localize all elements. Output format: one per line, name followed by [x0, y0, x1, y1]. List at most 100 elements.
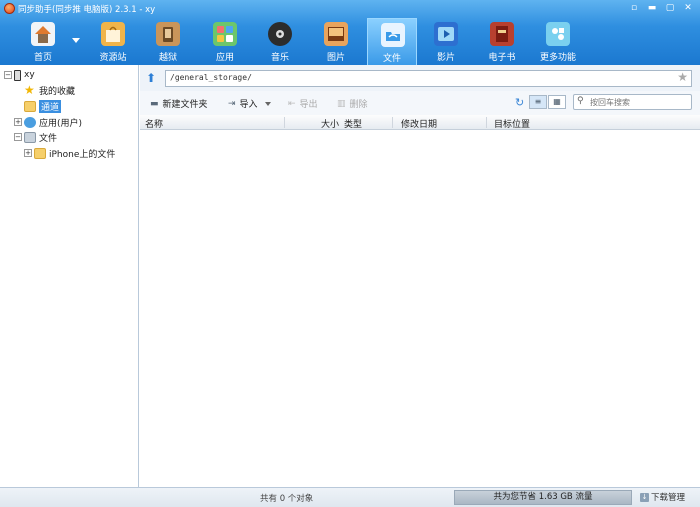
tab-resources-label: 资源站 — [99, 53, 127, 63]
app-logo-icon — [4, 3, 15, 14]
search-input[interactable] — [590, 96, 688, 108]
app-header: 同步助手(同步推 电脑版) 2.3.1 - xy ▫ ▬ ▢ ✕ 首页 资源站 … — [0, 0, 700, 65]
import-icon: ⇥ — [228, 98, 236, 109]
files-label: 文件 — [39, 133, 58, 144]
export-button[interactable]: ⇤ 导出 — [288, 97, 318, 111]
column-target[interactable]: 目标位置 — [494, 117, 530, 130]
tab-videos-label: 影片 — [436, 53, 455, 63]
shop-bag-icon — [101, 22, 125, 46]
tree-item-iphone-files[interactable]: + iPhone上的文件 — [24, 146, 115, 160]
app-store-icon — [24, 116, 36, 128]
menu-button[interactable]: ▬ — [646, 3, 658, 14]
close-button[interactable]: ✕ — [682, 3, 694, 14]
tab-apps-label: 应用 — [215, 53, 234, 63]
skin-button[interactable]: ▫ — [628, 3, 640, 14]
export-label: 导出 — [299, 100, 318, 110]
expand-icon[interactable]: + — [24, 149, 32, 157]
tab-files[interactable]: 文件 — [367, 18, 417, 65]
iphone-files-label: iPhone上的文件 — [49, 149, 116, 160]
column-divider[interactable] — [284, 117, 285, 128]
file-browser: ⬆ /general_storage/ ★ ▬ 新建文件夹 ⇥ 导入 ⇤ 导出 … — [140, 65, 700, 487]
tab-videos[interactable]: 影片 — [421, 18, 471, 65]
collapse-icon[interactable]: − — [14, 133, 22, 141]
main-toolbar: 首页 资源站 越狱 应用 音乐 图片 文件 影片 电子书 更多功能 — [0, 18, 700, 65]
new-folder-button[interactable]: ▬ 新建文件夹 — [150, 97, 208, 111]
search-box[interactable]: ⚲ — [573, 94, 692, 110]
search-icon: ⚲ — [577, 96, 584, 106]
tree-item-device[interactable]: − xy — [4, 68, 35, 82]
column-headers: 名称 大小 类型 修改日期 目标位置 — [140, 115, 700, 130]
tree-item-favorites[interactable]: ★ 我的收藏 — [24, 83, 75, 97]
trash-icon: ▥ — [337, 98, 346, 109]
drive-icon — [24, 131, 36, 143]
tree-item-apps[interactable]: + 应用(用户) — [14, 115, 82, 129]
up-arrow-icon[interactable]: ⬆ — [146, 72, 158, 84]
tab-apps[interactable]: 应用 — [200, 18, 250, 65]
tab-resources[interactable]: 资源站 — [88, 18, 138, 65]
tab-home[interactable]: 首页 — [18, 18, 68, 65]
phone-icon — [14, 69, 21, 81]
column-size[interactable]: 大小 — [321, 117, 339, 130]
tree-item-files[interactable]: − 文件 — [14, 130, 57, 144]
star-icon: ★ — [24, 82, 35, 97]
tab-more-label: 更多功能 — [539, 53, 576, 63]
apps-icon — [213, 22, 237, 46]
grid-view-button[interactable]: ▦ — [548, 95, 566, 109]
tab-ebooks[interactable]: 电子书 — [477, 18, 527, 65]
folder-tree: − xy ★ 我的收藏 通道 + 应用(用户) − 文件 + iPhone上的文… — [0, 65, 139, 487]
device-name: xy — [24, 70, 35, 80]
new-folder-label: 新建文件夹 — [162, 100, 208, 110]
jailbreak-icon — [156, 22, 180, 46]
ebook-icon — [490, 22, 514, 46]
tab-ebooks-label: 电子书 — [488, 53, 516, 63]
tab-photos[interactable]: 图片 — [311, 18, 361, 65]
apps-label: 应用(用户) — [39, 118, 83, 129]
download-manager-button[interactable]: ↓ 下载管理 — [640, 491, 685, 503]
tab-jailbreak[interactable]: 越狱 — [143, 18, 193, 65]
path-bar: ⬆ /general_storage/ ★ — [140, 65, 700, 91]
title-bar: 同步助手(同步推 电脑版) 2.3.1 - xy ▫ ▬ ▢ ✕ — [0, 0, 700, 18]
delete-button[interactable]: ▥ 删除 — [337, 97, 368, 111]
tab-more[interactable]: 更多功能 — [533, 18, 583, 65]
window-controls: ▫ ▬ ▢ ✕ — [628, 3, 694, 14]
home-icon — [31, 22, 55, 46]
column-divider[interactable] — [392, 117, 393, 128]
traffic-saved-badge: 共为您节省 1.63 GB 流量 — [454, 490, 632, 505]
import-dropdown-icon[interactable] — [264, 101, 271, 106]
music-icon — [268, 22, 292, 46]
column-modified[interactable]: 修改日期 — [401, 117, 437, 130]
current-folder-label: 通道 — [39, 99, 62, 113]
bookmark-star-icon[interactable]: ★ — [677, 70, 688, 84]
path-input[interactable]: /general_storage/ — [165, 70, 692, 87]
folder-icon — [381, 23, 405, 47]
tab-photos-label: 图片 — [326, 53, 345, 63]
column-name[interactable]: 名称 — [145, 117, 163, 130]
expand-icon[interactable]: + — [14, 118, 22, 126]
window-title: 同步助手(同步推 电脑版) 2.3.1 - xy — [18, 5, 156, 15]
delete-label: 删除 — [349, 100, 368, 110]
export-icon: ⇤ — [288, 98, 296, 109]
import-button[interactable]: ⇥ 导入 — [228, 97, 271, 110]
folder-icon — [34, 147, 46, 159]
tab-music-label: 音乐 — [270, 53, 289, 63]
list-view-button[interactable]: ≡ — [529, 95, 547, 109]
collapse-icon[interactable]: − — [4, 71, 12, 79]
home-dropdown-icon[interactable] — [72, 38, 80, 43]
status-bar: 共有 0 个对象 共为您节省 1.63 GB 流量 ↓ 下载管理 — [0, 487, 700, 507]
refresh-icon[interactable]: ↻ — [515, 96, 524, 109]
column-divider[interactable] — [486, 117, 487, 128]
new-folder-icon: ▬ — [150, 98, 159, 109]
folder-icon — [24, 100, 36, 112]
tab-home-label: 首页 — [33, 53, 52, 63]
column-type[interactable]: 类型 — [344, 117, 362, 130]
tab-music[interactable]: 音乐 — [255, 18, 305, 65]
tree-item-current[interactable]: 通道 — [24, 99, 62, 113]
favorites-label: 我的收藏 — [39, 86, 76, 97]
tab-jailbreak-label: 越狱 — [158, 53, 177, 63]
import-label: 导入 — [239, 100, 258, 110]
maximize-button[interactable]: ▢ — [664, 3, 676, 14]
download-icon: ↓ — [640, 492, 649, 502]
tab-files-label: 文件 — [382, 54, 401, 64]
video-icon — [434, 22, 458, 46]
download-manager-label: 下载管理 — [651, 493, 686, 503]
